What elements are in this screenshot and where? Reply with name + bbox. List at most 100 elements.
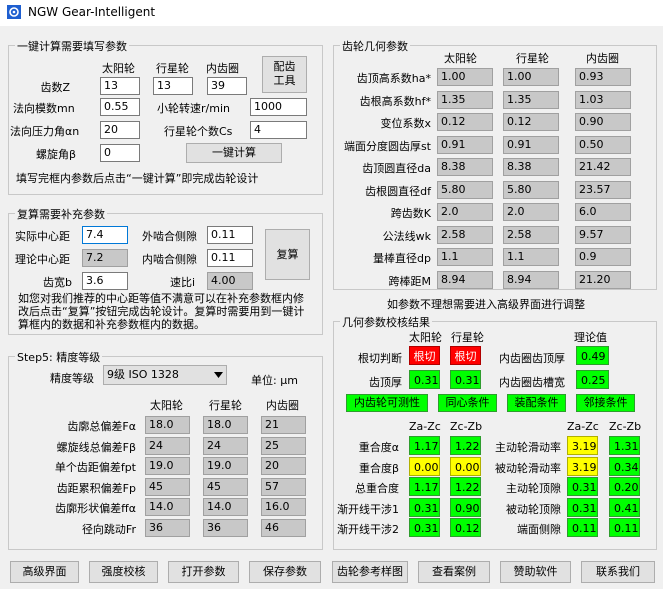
check-row-label: 被动轮滑动率 — [495, 461, 561, 475]
sponsor-button[interactable]: 赞助软件 — [500, 561, 571, 583]
check-row-label: 主动轮滑动率 — [495, 441, 561, 454]
geometry-value: 9.57 — [575, 225, 631, 244]
precision-value: 25 — [261, 436, 306, 455]
calc-col-planet: 行星轮 — [156, 62, 189, 75]
calc-hint: 填写完框内参数后点击“一键计算”即完成齿轮设计 — [16, 172, 259, 185]
tip-thickness-label: 齿顶厚 — [369, 376, 402, 389]
z-sun-input[interactable]: 13 — [100, 77, 140, 95]
geometry-value: 0.91 — [503, 135, 559, 154]
module-input[interactable]: 0.55 — [100, 98, 140, 116]
precision-group-legend: Step5: 精度等级 — [15, 349, 103, 365]
z-planet-input[interactable]: 13 — [153, 77, 193, 95]
check-zac-value: 1.17 — [409, 477, 440, 497]
z-ring-input[interactable]: 39 — [207, 77, 247, 95]
precision-value: 45 — [203, 477, 248, 496]
geometry-row-label: 齿顶高系数ha* — [356, 72, 431, 85]
unit-label: 单位: μm — [251, 374, 298, 387]
tooth-match-tool-button[interactable]: 配齿 工具 — [262, 56, 307, 93]
one-click-calc-button[interactable]: 一键计算 — [186, 143, 282, 163]
concentric-condition-button[interactable]: 同心条件 — [438, 394, 497, 412]
adjacency-condition-button[interactable]: 邻接条件 — [576, 394, 635, 412]
ext-backlash-input[interactable]: 0.11 — [207, 226, 253, 244]
tip-sun-value: 0.31 — [409, 370, 440, 389]
strength-check-button[interactable]: 强度校核 — [89, 561, 158, 583]
geometry-value: 0.50 — [575, 135, 631, 154]
zcb-right-header: Zc-Zb — [609, 420, 642, 433]
precision-value: 46 — [261, 519, 306, 537]
check-zcb-value: 0.34 — [609, 456, 640, 476]
geometry-value: 1.00 — [437, 68, 493, 86]
ring-measurability-button[interactable]: 内齿轮可测性 — [346, 394, 428, 412]
precision-value: 45 — [145, 477, 190, 496]
check-row-label: 渐开线干涉1 — [337, 502, 399, 516]
helix-angle-input[interactable]: 0 — [100, 144, 140, 162]
check-zac-value: 0.31 — [409, 497, 440, 517]
contact-us-button[interactable]: 联系我们 — [581, 561, 655, 583]
precision-value: 19.0 — [203, 457, 248, 476]
ext-backlash-label: 外啮合侧隙 — [142, 230, 197, 243]
precision-value: 36 — [203, 519, 248, 537]
face-width-input[interactable]: 3.6 — [82, 272, 128, 290]
precision-row-label: 螺旋线总偏差Fβ — [56, 440, 136, 454]
precision-value: 16.0 — [261, 498, 306, 517]
geometry-value: 1.1 — [503, 248, 559, 266]
grade-select[interactable]: 9级 ISO 1328 — [103, 365, 227, 385]
open-params-button[interactable]: 打开参数 — [168, 561, 239, 583]
check-row-label: 被动轮顶隙 — [506, 502, 561, 516]
check-row-label: 重合度β — [358, 461, 399, 475]
precision-value: 18.0 — [145, 416, 190, 434]
geometry-value: 0.12 — [437, 113, 493, 131]
assembly-condition-button[interactable]: 装配条件 — [507, 394, 566, 412]
app-gear-icon — [7, 5, 21, 19]
geometry-value: 21.42 — [575, 158, 631, 176]
actual-center-label: 实际中心距 — [15, 230, 70, 243]
geometry-value: 5.80 — [437, 180, 493, 199]
int-backlash-input[interactable]: 0.11 — [207, 249, 253, 267]
precision-row-label: 径向跳动Fr — [81, 523, 136, 536]
precision-col-ring: 内齿圈 — [266, 399, 299, 412]
geometry-value: 2.0 — [503, 203, 559, 221]
check-zcb-value: 0.41 — [609, 497, 640, 517]
geometry-value: 0.90 — [575, 113, 631, 131]
geometry-value: 5.80 — [503, 180, 559, 199]
advanced-ui-button[interactable]: 高级界面 — [10, 561, 79, 583]
planet-count-input[interactable]: 4 — [250, 121, 307, 139]
precision-value: 24 — [145, 436, 190, 455]
ratio-label: 速比i — [170, 276, 196, 289]
check-col-sun: 太阳轮 — [409, 331, 442, 344]
geometry-row-label: 量棒直径dp — [373, 252, 431, 265]
theory-center-value: 7.2 — [82, 249, 128, 267]
chevron-down-icon — [214, 372, 223, 378]
check-zcb-value: 1.31 — [609, 436, 640, 455]
check-zcb-value: 0.90 — [450, 497, 481, 517]
precision-row-label: 单个齿距偏差fpt — [54, 461, 136, 475]
check-zac-value: 3.19 — [567, 436, 598, 455]
geometry-value: 8.38 — [503, 158, 559, 176]
title-bar: NGW Gear-Intelligent — [0, 0, 663, 26]
geometry-row-label: 齿根高系数hf* — [359, 94, 431, 108]
save-params-button[interactable]: 保存参数 — [249, 561, 321, 583]
view-cases-button[interactable]: 查看案例 — [418, 561, 490, 583]
advanced-hint: 如参数不理想需要进入高级界面进行调整 — [387, 298, 585, 311]
precision-col-planet: 行星轮 — [209, 399, 242, 412]
check-zac-value: 0.31 — [409, 518, 440, 538]
geometry-value: 8.94 — [503, 270, 559, 289]
check-zcb-value: 0.11 — [609, 518, 640, 538]
calc-col-sun: 太阳轮 — [102, 62, 135, 75]
precision-value: 14.0 — [145, 498, 190, 517]
geometry-value: 1.35 — [437, 90, 493, 109]
pressure-angle-input[interactable]: 20 — [100, 121, 140, 139]
precision-value: 24 — [203, 436, 248, 455]
gear-sample-drawing-button[interactable]: 齿轮参考样图 — [332, 561, 408, 583]
recalc-button[interactable]: 复算 — [265, 229, 310, 280]
actual-center-input[interactable]: 7.4 — [82, 226, 128, 244]
geometry-row-label: 跨齿数K — [390, 207, 431, 220]
geometry-value: 0.9 — [575, 248, 631, 266]
geometry-value: 21.20 — [575, 270, 631, 289]
grade-select-value: 9级 ISO 1328 — [107, 368, 179, 381]
geometry-value: 1.00 — [503, 68, 559, 86]
precision-row-label: 齿廓总偏差Fα — [67, 420, 136, 433]
precision-value: 21 — [261, 416, 306, 434]
ring-slot-value: 0.25 — [576, 370, 609, 389]
speed-input[interactable]: 1000 — [250, 98, 307, 116]
